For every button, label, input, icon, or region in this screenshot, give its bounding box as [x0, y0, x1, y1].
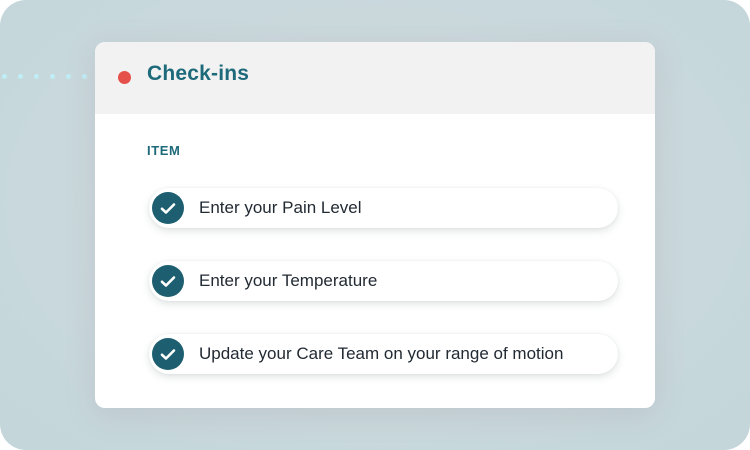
section-label: ITEM [147, 143, 181, 158]
connector-dot [66, 74, 71, 79]
checkin-item-label: Update your Care Team on your range of m… [199, 344, 564, 363]
connector-dot [50, 74, 55, 79]
checkmark-icon [152, 265, 184, 297]
checkin-item-label: Enter your Pain Level [199, 198, 362, 217]
background-canvas: Check-ins ITEM Enter your Pain Level Ent… [0, 0, 750, 450]
card-header: Check-ins [95, 42, 655, 114]
connector-dot [34, 74, 39, 79]
status-dot-icon [118, 71, 131, 84]
checkins-card: Check-ins ITEM Enter your Pain Level Ent… [95, 42, 655, 408]
checkin-item-temperature[interactable]: Enter your Temperature [149, 261, 618, 301]
checkin-item-pain-level[interactable]: Enter your Pain Level [149, 188, 618, 228]
connector-dot [2, 74, 7, 79]
checkin-item-label: Enter your Temperature [199, 271, 378, 290]
card-title: Check-ins [147, 62, 250, 85]
connector-dot [18, 74, 23, 79]
connector-dot [82, 74, 87, 79]
checkmark-icon [152, 192, 184, 224]
checkin-item-range-of-motion[interactable]: Update your Care Team on your range of m… [149, 334, 618, 374]
checkmark-icon [152, 338, 184, 370]
